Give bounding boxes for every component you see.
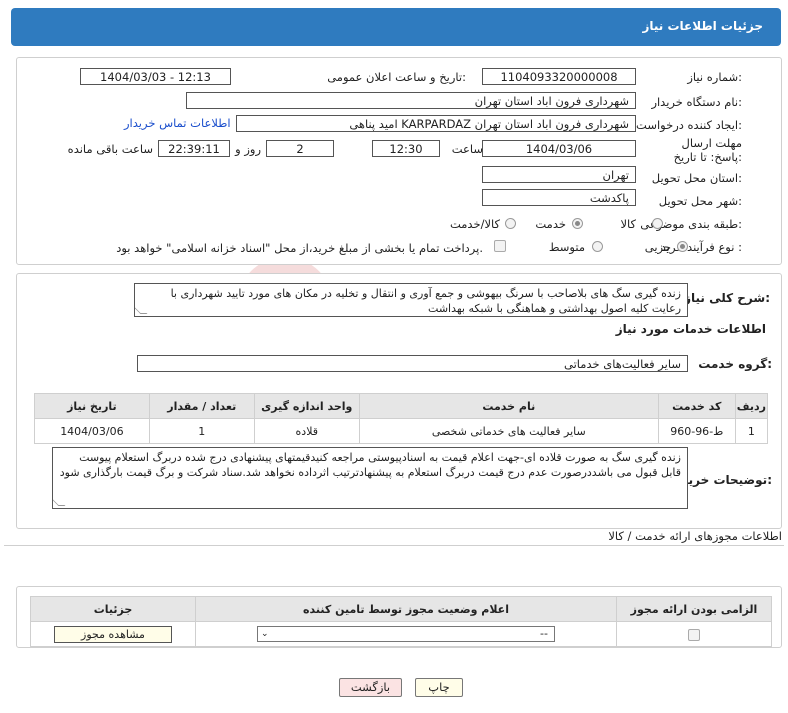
- remaining-label: ساعت باقی مانده: [67, 142, 153, 156]
- description-textarea[interactable]: زنده گیری سگ های بلاصاحب با سرنگ بیهوشی …: [134, 283, 688, 317]
- city-field: پاکدشت: [482, 189, 636, 206]
- table-row: 1 ط-96-960 سایر فعالیت های خدماتی شخصی ق…: [34, 418, 769, 444]
- process-minor-label: جزیی: [644, 240, 671, 254]
- service-group-label: گروه خدمت:: [698, 357, 772, 371]
- permit-status-select[interactable]: -- ⌄: [257, 626, 555, 642]
- col-name: نام خدمت: [358, 393, 659, 419]
- requester-label: ایجاد کننده درخواست:: [636, 118, 742, 132]
- need-number-field: 1104093320000008: [482, 68, 636, 85]
- category-goods-radio[interactable]: [652, 218, 663, 229]
- process-medium-radio[interactable]: [592, 241, 603, 252]
- requester-field: امید پناهی KARPARDAZ شهرداری فرون اباد ا…: [236, 115, 636, 132]
- description-label: شرح کلی نیاز:: [684, 291, 770, 305]
- province-label: استان محل تحویل:: [651, 171, 742, 185]
- col-permit-details: جزئیات: [30, 596, 196, 622]
- announce-label: تاریخ و ساعت اعلان عمومی:: [327, 70, 466, 84]
- print-button[interactable]: چاپ: [415, 678, 463, 697]
- deadline-time-field: 12:30: [372, 140, 440, 157]
- chevron-down-icon: ⌄: [261, 629, 269, 639]
- table-row: -- ⌄ مشاهده مجوز: [30, 621, 772, 647]
- cell-code: ط-96-960: [657, 418, 736, 444]
- remaining-time-field: 22:39:11: [158, 140, 230, 157]
- category-goods-label: کالا: [620, 217, 636, 231]
- category-service-radio[interactable]: [572, 218, 583, 229]
- deadline-date-field: 1404/03/06: [482, 140, 636, 157]
- treasury-checkbox[interactable]: [494, 240, 506, 252]
- buyer-notes-textarea[interactable]: زنده گیری سگ به صورت قلاده ای-جهت اعلام …: [52, 447, 688, 509]
- cell-qty: 1: [148, 418, 255, 444]
- col-permit-status: اعلام وضعیت مجوز توسط تامین کننده: [195, 596, 617, 622]
- process-medium-label: متوسط: [548, 240, 585, 254]
- col-date: تاریخ نیاز: [34, 393, 150, 419]
- cell-row: 1: [734, 418, 769, 444]
- buyer-contact-link[interactable]: اطلاعات تماس خریدار: [124, 116, 231, 130]
- permits-divider: [4, 545, 784, 546]
- permit-required-checkbox: [688, 628, 700, 641]
- col-qty: تعداد / مقدار: [148, 393, 255, 419]
- days-field: 2: [266, 140, 334, 157]
- treasury-note: پرداخت تمام یا بخشی از مبلغ خرید،از محل …: [116, 241, 483, 255]
- deadline-label: مهلت ارسال پاسخ: تا تاریخ:: [673, 136, 742, 164]
- cell-unit: قلاده: [253, 418, 360, 444]
- buyer-org-label: نام دستگاه خریدار:: [651, 95, 742, 109]
- permits-title: اطلاعات مجوزهای ارائه خدمت / کالا: [608, 529, 782, 543]
- buyer-org-field: شهرداری فرون اباد استان تهران: [186, 92, 636, 109]
- category-both-label: کالا/خدمت: [449, 217, 500, 231]
- category-service-label: خدمت: [535, 217, 566, 231]
- permit-status-value: --: [540, 627, 548, 640]
- city-label: شهر محل تحویل:: [658, 194, 742, 208]
- need-number-label: شماره نیاز:: [687, 70, 742, 84]
- services-title: اطلاعات خدمات مورد نیاز: [615, 322, 766, 336]
- page-header: جزئیات اطلاعات نیاز: [11, 8, 781, 46]
- service-group-field: سایر فعالیت‌های خدماتی: [137, 355, 688, 372]
- category-both-radio[interactable]: [505, 218, 516, 229]
- deadline-time-label: ساعت: [451, 142, 483, 156]
- permits-table: الزامی بودن ارائه مجوز اعلام وضعیت مجوز …: [30, 596, 772, 647]
- back-button[interactable]: بازگشت: [339, 678, 402, 697]
- view-permit-button[interactable]: مشاهده مجوز: [54, 625, 172, 643]
- col-unit: واحد اندازه گیری: [253, 393, 360, 419]
- col-row: ردیف: [734, 393, 769, 419]
- announce-field: 1404/03/03 - 12:13: [80, 68, 231, 85]
- col-code: کد خدمت: [657, 393, 736, 419]
- process-label: نوع فرآیند خرید :: [660, 240, 742, 254]
- process-minor-radio[interactable]: [677, 241, 688, 252]
- cell-name: سایر فعالیت های خدماتی شخصی: [358, 418, 659, 444]
- cell-date: 1404/03/06: [34, 418, 150, 444]
- services-table: ردیف کد خدمت نام خدمت واحد اندازه گیری ت…: [34, 393, 769, 444]
- province-field: تهران: [482, 166, 636, 183]
- days-label: روز و: [235, 142, 261, 156]
- col-permit-required: الزامی بودن ارائه مجوز: [616, 596, 772, 622]
- page-title: جزئیات اطلاعات نیاز: [642, 19, 763, 33]
